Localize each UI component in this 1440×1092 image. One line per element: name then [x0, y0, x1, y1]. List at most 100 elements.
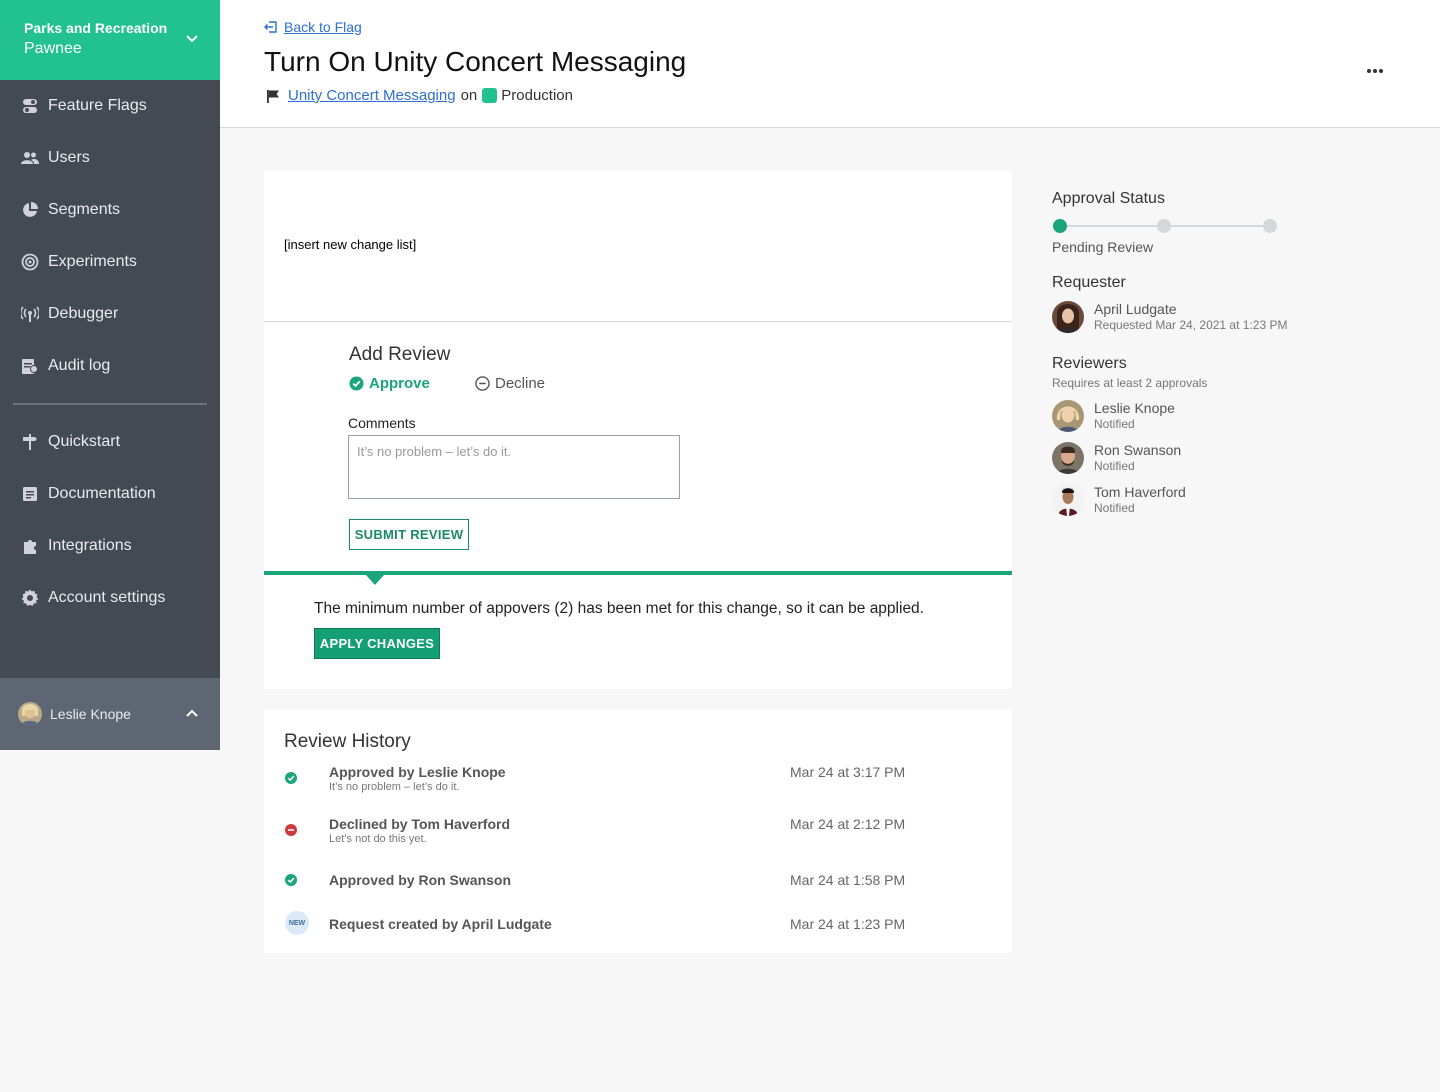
change-request-card: [insert new change list] Add Review Appr… — [264, 171, 1012, 689]
reviewer-name: Ron Swanson — [1094, 442, 1182, 458]
sidebar-item-debugger[interactable]: Debugger — [0, 288, 220, 340]
users-icon — [21, 149, 39, 167]
sidebar-item-segments[interactable]: Segments — [0, 184, 220, 236]
apply-changes-button[interactable]: APPLY CHANGES — [314, 628, 440, 659]
flag-context: Unity Concert Messaging on Production — [266, 87, 573, 104]
sidebar: Parks and Recreation Pawnee Feature Flag… — [0, 0, 220, 750]
avatar — [1052, 400, 1084, 432]
requester: April Ludgate Requested Mar 24, 2021 at … — [1052, 301, 1287, 333]
reviewer-status: Notified — [1094, 459, 1135, 473]
environment-name: Pawnee — [24, 40, 82, 57]
avatar — [1052, 442, 1084, 474]
ready-status-pointer — [366, 575, 384, 585]
sidebar-item-audit-log[interactable]: Audit log — [0, 340, 220, 392]
pie-icon — [21, 201, 39, 219]
sidebar-item-feature-flags[interactable]: Feature Flags — [0, 80, 220, 132]
history-date: Mar 24 at 3:17 PM — [790, 764, 906, 780]
back-link-label: Back to Flag — [284, 19, 362, 35]
comments-field[interactable] — [348, 435, 680, 499]
sidebar-item-account-settings[interactable]: Account settings — [0, 572, 220, 624]
back-to-flag-link[interactable]: Back to Flag — [264, 19, 362, 35]
project-name: Parks and Recreation — [24, 20, 168, 36]
approvals-requirement: Requires at least 2 approvals — [1052, 376, 1208, 390]
on-text: on — [460, 87, 478, 104]
reviewer-status: Notified — [1094, 417, 1135, 431]
minus-circle-icon — [475, 376, 490, 391]
sidebar-item-experiments[interactable]: Experiments — [0, 236, 220, 288]
new-badge: NEW — [285, 911, 309, 935]
sidebar-item-label: Experiments — [48, 253, 137, 270]
avatar — [1052, 484, 1084, 516]
document-icon — [21, 485, 39, 503]
reviewers-title: Reviewers — [1052, 355, 1127, 372]
gear-icon — [21, 589, 39, 607]
requester-name: April Ludgate — [1094, 301, 1177, 317]
audit-icon — [21, 357, 39, 375]
reviewer: Leslie Knope Notified — [1052, 400, 1175, 432]
flag-link[interactable]: Unity Concert Messaging — [288, 87, 456, 104]
user-menu[interactable]: Leslie Knope — [0, 678, 220, 750]
progress-step — [1263, 219, 1277, 233]
reviewer: Ron Swanson Notified — [1052, 442, 1181, 474]
min-approvers-message: The minimum number of appovers (2) has b… — [314, 600, 924, 617]
check-circle-icon — [285, 772, 297, 784]
flag-icon — [267, 89, 279, 103]
progress-step — [1157, 219, 1171, 233]
history-date: Mar 24 at 1:58 PM — [790, 872, 906, 888]
review-history-card: Review History Approved by Leslie Knope … — [264, 710, 1012, 953]
submit-review-button[interactable]: SUBMIT REVIEW — [349, 519, 469, 550]
environment-label: Production — [501, 87, 573, 104]
chevron-down-icon — [186, 35, 198, 43]
history-text: Approved by Leslie Knope — [329, 764, 506, 780]
decline-option[interactable]: Decline — [475, 375, 545, 392]
approval-status-title: Approval Status — [1052, 190, 1165, 207]
broadcast-icon — [21, 305, 39, 323]
card-divider — [264, 321, 1012, 322]
review-history-title: Review History — [284, 731, 411, 752]
sidebar-item-label: Integrations — [48, 537, 132, 554]
avatar — [1052, 301, 1084, 333]
approval-progress — [1053, 219, 1277, 233]
decline-label: Decline — [495, 375, 546, 392]
sidebar-item-label: Users — [48, 149, 90, 166]
reviewer-name: Tom Haverford — [1094, 484, 1186, 500]
sidebar-item-integrations[interactable]: Integrations — [0, 520, 220, 572]
page-header: Back to Flag Turn On Unity Concert Messa… — [220, 0, 1440, 128]
comments-label: Comments — [348, 415, 416, 431]
history-text: Request created by April Ludgate — [329, 916, 552, 932]
sidebar-item-label: Feature Flags — [48, 97, 147, 114]
reviewer: Tom Haverford Notified — [1052, 484, 1186, 516]
environment-color-swatch — [482, 88, 498, 103]
reviewer-name: Leslie Knope — [1094, 400, 1175, 416]
project-switcher[interactable]: Parks and Recreation Pawnee — [0, 0, 220, 80]
history-comment: Let’s not do this yet. — [329, 833, 427, 845]
requested-date: Requested Mar 24, 2021 at 1:23 PM — [1094, 318, 1288, 332]
sidebar-item-quickstart[interactable]: Quickstart — [0, 416, 220, 468]
history-date: Mar 24 at 1:23 PM — [790, 916, 906, 932]
avatar — [18, 702, 42, 726]
sidebar-item-users[interactable]: Users — [0, 132, 220, 184]
check-circle-icon — [285, 874, 297, 886]
history-date: Mar 24 at 2:12 PM — [790, 816, 906, 832]
sidebar-item-label: Account settings — [48, 589, 166, 606]
sidebar-divider — [13, 403, 207, 405]
change-list: [insert new change list] — [284, 237, 417, 252]
history-text: Approved by Ron Swanson — [329, 872, 512, 888]
sidebar-item-label: Audit log — [48, 357, 111, 374]
approve-option[interactable]: Approve — [349, 375, 430, 392]
sidebar-item-label: Debugger — [48, 305, 119, 322]
requester-title: Requester — [1052, 274, 1126, 291]
progress-step — [1053, 219, 1067, 233]
back-arrow-icon — [264, 21, 277, 33]
user-name: Leslie Knope — [50, 706, 131, 722]
approve-label: Approve — [369, 375, 430, 392]
sidebar-item-label: Quickstart — [48, 433, 121, 450]
toggle-icon — [21, 97, 39, 115]
check-circle-icon — [349, 376, 364, 391]
page-title: Turn On Unity Concert Messaging — [264, 46, 687, 77]
sidebar-nav: Feature Flags Users Segments Experiments… — [0, 80, 220, 624]
sidebar-item-documentation[interactable]: Documentation — [0, 468, 220, 520]
more-options-icon[interactable] — [1366, 62, 1384, 80]
sidebar-item-label: Segments — [48, 201, 121, 218]
add-review-title: Add Review — [349, 344, 451, 365]
